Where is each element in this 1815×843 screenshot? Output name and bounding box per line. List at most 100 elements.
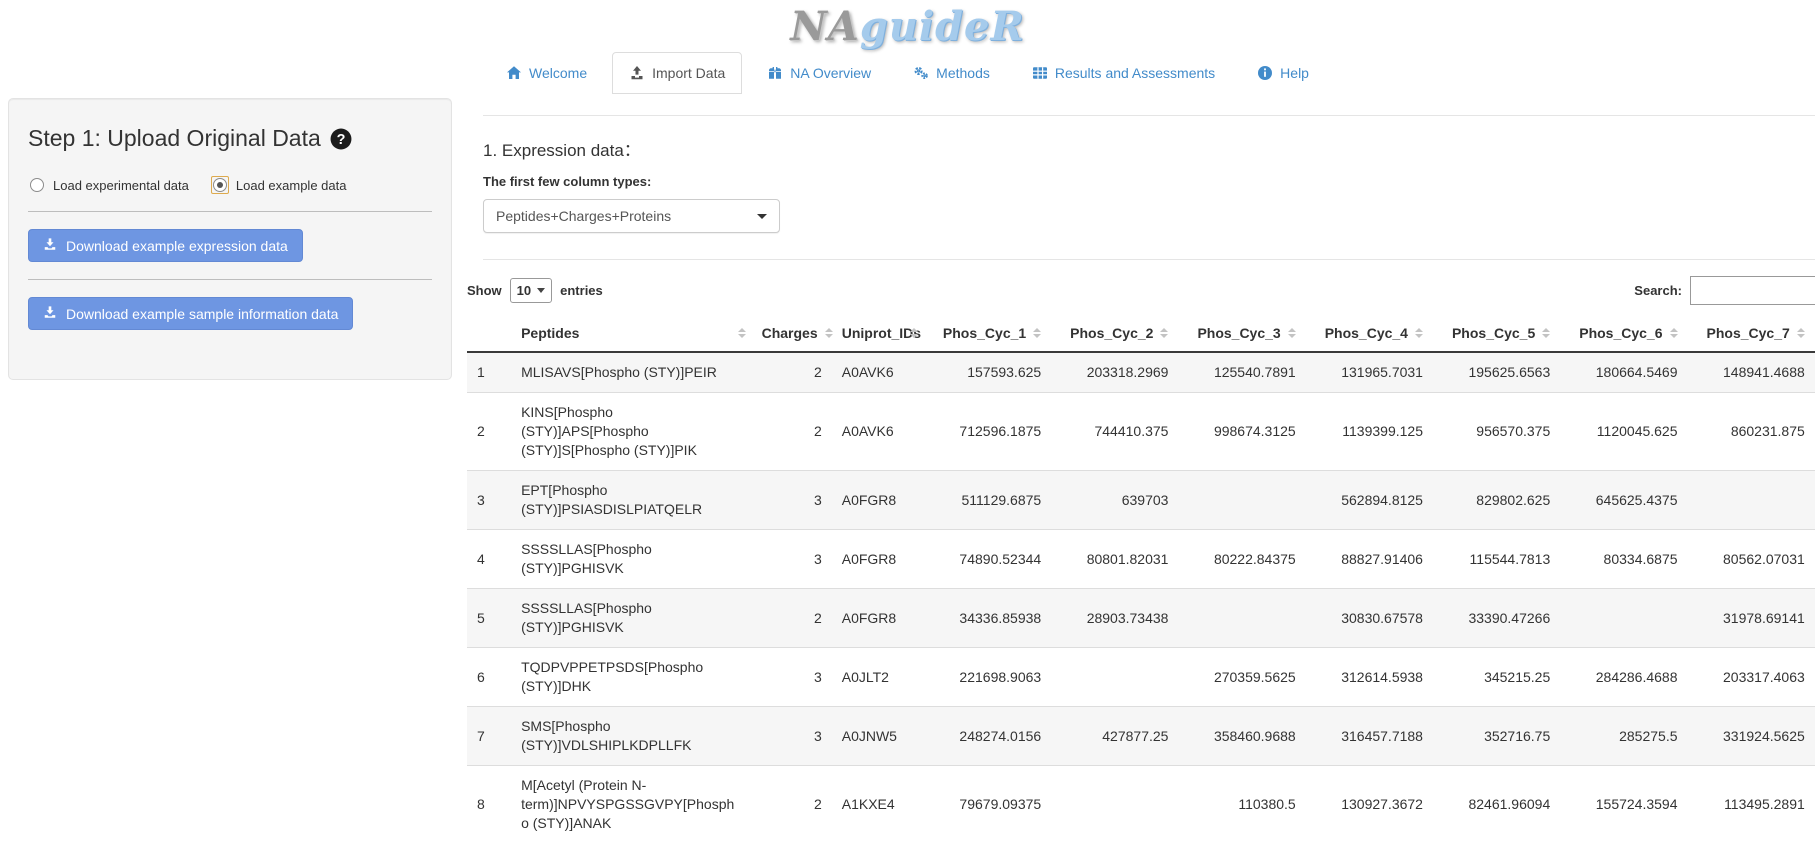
- divider: [483, 259, 1815, 260]
- charges-cell: 2: [752, 766, 832, 843]
- tab-methods[interactable]: Methods: [896, 52, 1007, 94]
- info-icon: [1257, 65, 1273, 81]
- phos-cyc-value-cell: [1178, 589, 1305, 648]
- download-example-expression-data-button[interactable]: Download example expression data: [28, 229, 303, 262]
- tab-label: Methods: [936, 65, 990, 81]
- column-header-label: Phos_Cyc_4: [1325, 325, 1408, 341]
- column-header-charges[interactable]: Charges: [752, 315, 832, 352]
- sort-icon: [1033, 328, 1041, 338]
- charges-cell: 3: [752, 648, 832, 707]
- phos-cyc-value-cell: 80334.6875: [1560, 530, 1687, 589]
- column-header-label: Phos_Cyc_3: [1197, 325, 1280, 341]
- tab-import-data[interactable]: Import Data: [612, 52, 742, 94]
- tab-welcome[interactable]: Welcome: [489, 52, 604, 94]
- phos-cyc-value-cell: 645625.4375: [1560, 471, 1687, 530]
- uniprot-id-cell: A0FGR8: [832, 589, 924, 648]
- phos-cyc-value-cell: [1688, 471, 1815, 530]
- phos-cyc-value-cell: 203317.4063: [1688, 648, 1815, 707]
- column-header-phos_cyc_4[interactable]: Phos_Cyc_4: [1306, 315, 1433, 352]
- column-header-uniprot_ids[interactable]: Uniprot_IDs: [832, 315, 924, 352]
- sort-icon: [1288, 328, 1296, 338]
- sort-icon: [738, 328, 746, 338]
- table-row: 5SSSSLLAS[Phospho (STY)]PGHISVK2A0FGR834…: [467, 589, 1815, 648]
- nav-tabs: WelcomeImport Data NA Overview Methods Resu…: [0, 52, 1815, 94]
- table-row: 3EPT[Phospho (STY)]PSIASDISLPIATQELR3A0F…: [467, 471, 1815, 530]
- phos-cyc-value-cell: [1560, 589, 1687, 648]
- row-number-cell: 7: [467, 707, 511, 766]
- button-label: Download example expression data: [66, 238, 288, 254]
- column-header-label: Phos_Cyc_6: [1579, 325, 1662, 341]
- question-circle-icon[interactable]: ?: [330, 128, 352, 150]
- phos-cyc-value-cell: 248274.0156: [924, 707, 1051, 766]
- phos-cyc-value-cell: 88827.91406: [1306, 530, 1433, 589]
- app-logo: NAguideR: [0, 0, 1815, 50]
- tab-na-overview[interactable]: NA Overview: [750, 52, 888, 94]
- column-header-phos_cyc_6[interactable]: Phos_Cyc_6: [1560, 315, 1687, 352]
- phos-cyc-value-cell: 203318.2969: [1051, 352, 1178, 393]
- column-header-phos_cyc_1[interactable]: Phos_Cyc_1: [924, 315, 1051, 352]
- column-header-peptides[interactable]: Peptides: [511, 315, 752, 352]
- column-header-phos_cyc_5[interactable]: Phos_Cyc_5: [1433, 315, 1560, 352]
- phos-cyc-value-cell: 28903.73438: [1051, 589, 1178, 648]
- binoculars-icon: [767, 65, 783, 81]
- charges-cell: 2: [752, 352, 832, 393]
- column-types-select[interactable]: Peptides+Charges+Proteins: [483, 199, 780, 233]
- phos-cyc-value-cell: [1051, 766, 1178, 843]
- column-header-phos_cyc_7[interactable]: Phos_Cyc_7: [1688, 315, 1815, 352]
- phos-cyc-value-cell: 195625.6563: [1433, 352, 1560, 393]
- row-number-cell: 8: [467, 766, 511, 843]
- charges-cell: 2: [752, 589, 832, 648]
- show-label: Show: [467, 283, 502, 298]
- button-label: Download example sample information data: [66, 306, 338, 322]
- gears-icon: [913, 65, 929, 81]
- phos-cyc-value-cell: 130927.3672: [1306, 766, 1433, 843]
- phos-cyc-value-cell: 744410.375: [1051, 393, 1178, 471]
- table-body: 1MLISAVS[Phospho (STY)]PEIR2A0AVK6157593…: [467, 352, 1815, 843]
- phos-cyc-value-cell: 148941.4688: [1688, 352, 1815, 393]
- step1-title-text: Step 1: Upload Original Data: [28, 125, 321, 152]
- radio-load-experimental-data[interactable]: Load experimental data: [28, 176, 189, 194]
- phos-cyc-value-cell: 1139399.125: [1306, 393, 1433, 471]
- column-types-label: The first few column types:: [483, 174, 1815, 189]
- column-header-label: Phos_Cyc_7: [1707, 325, 1790, 341]
- phos-cyc-value-cell: 998674.3125: [1178, 393, 1305, 471]
- chevron-down-icon: [757, 214, 767, 219]
- phos-cyc-value-cell: 956570.375: [1433, 393, 1560, 471]
- radio-label: Load experimental data: [53, 178, 189, 193]
- peptide-cell: EPT[Phospho (STY)]PSIASDISLPIATQELR: [511, 471, 752, 530]
- row-number-cell: 4: [467, 530, 511, 589]
- tab-help[interactable]: Help: [1240, 52, 1326, 94]
- row-number-cell: 3: [467, 471, 511, 530]
- peptide-cell: SMS[Phospho (STY)]VDLSHIPLKDPLLFK: [511, 707, 752, 766]
- tab-label: NA Overview: [790, 65, 871, 81]
- table-row: 7SMS[Phospho (STY)]VDLSHIPLKDPLLFK3A0JNW…: [467, 707, 1815, 766]
- uniprot-id-cell: A0JNW5: [832, 707, 924, 766]
- phos-cyc-value-cell: 345215.25: [1433, 648, 1560, 707]
- phos-cyc-value-cell: 115544.7813: [1433, 530, 1560, 589]
- search-control: Search:: [1634, 276, 1815, 305]
- tab-results-and-assessments[interactable]: Results and Assessments: [1015, 52, 1232, 94]
- radio-load-example-data[interactable]: Load example data: [211, 176, 347, 194]
- download-example-sample-information-data-button[interactable]: Download example sample information data: [28, 297, 353, 330]
- step1-title: Step 1: Upload Original Data ?: [28, 125, 432, 152]
- column-header-phos_cyc_3[interactable]: Phos_Cyc_3: [1178, 315, 1305, 352]
- expression-data-table: PeptidesChargesUniprot_IDsPhos_Cyc_1Phos…: [467, 315, 1815, 843]
- page-length-select[interactable]: 10: [510, 278, 552, 303]
- phos-cyc-value-cell: 1120045.625: [1560, 393, 1687, 471]
- row-number-header: [467, 315, 511, 352]
- radio-circle-icon: [213, 178, 227, 192]
- upload-icon: [629, 65, 645, 81]
- search-input[interactable]: [1690, 276, 1815, 305]
- phos-cyc-value-cell: 110380.5: [1178, 766, 1305, 843]
- radio-circle-icon: [30, 178, 44, 192]
- divider: [28, 279, 432, 280]
- phos-cyc-value-cell: 80562.07031: [1688, 530, 1815, 589]
- data-source-radio-group: Load experimental data Load example data: [28, 176, 432, 194]
- column-header-phos_cyc_2[interactable]: Phos_Cyc_2: [1051, 315, 1178, 352]
- phos-cyc-value-cell: 34336.85938: [924, 589, 1051, 648]
- phos-cyc-value-cell: 125540.7891: [1178, 352, 1305, 393]
- row-number-cell: 6: [467, 648, 511, 707]
- table-row: 8M[Acetyl (Protein N-term)]NPVYSPGSSGVPY…: [467, 766, 1815, 843]
- uniprot-id-cell: A0AVK6: [832, 352, 924, 393]
- phos-cyc-value-cell: 270359.5625: [1178, 648, 1305, 707]
